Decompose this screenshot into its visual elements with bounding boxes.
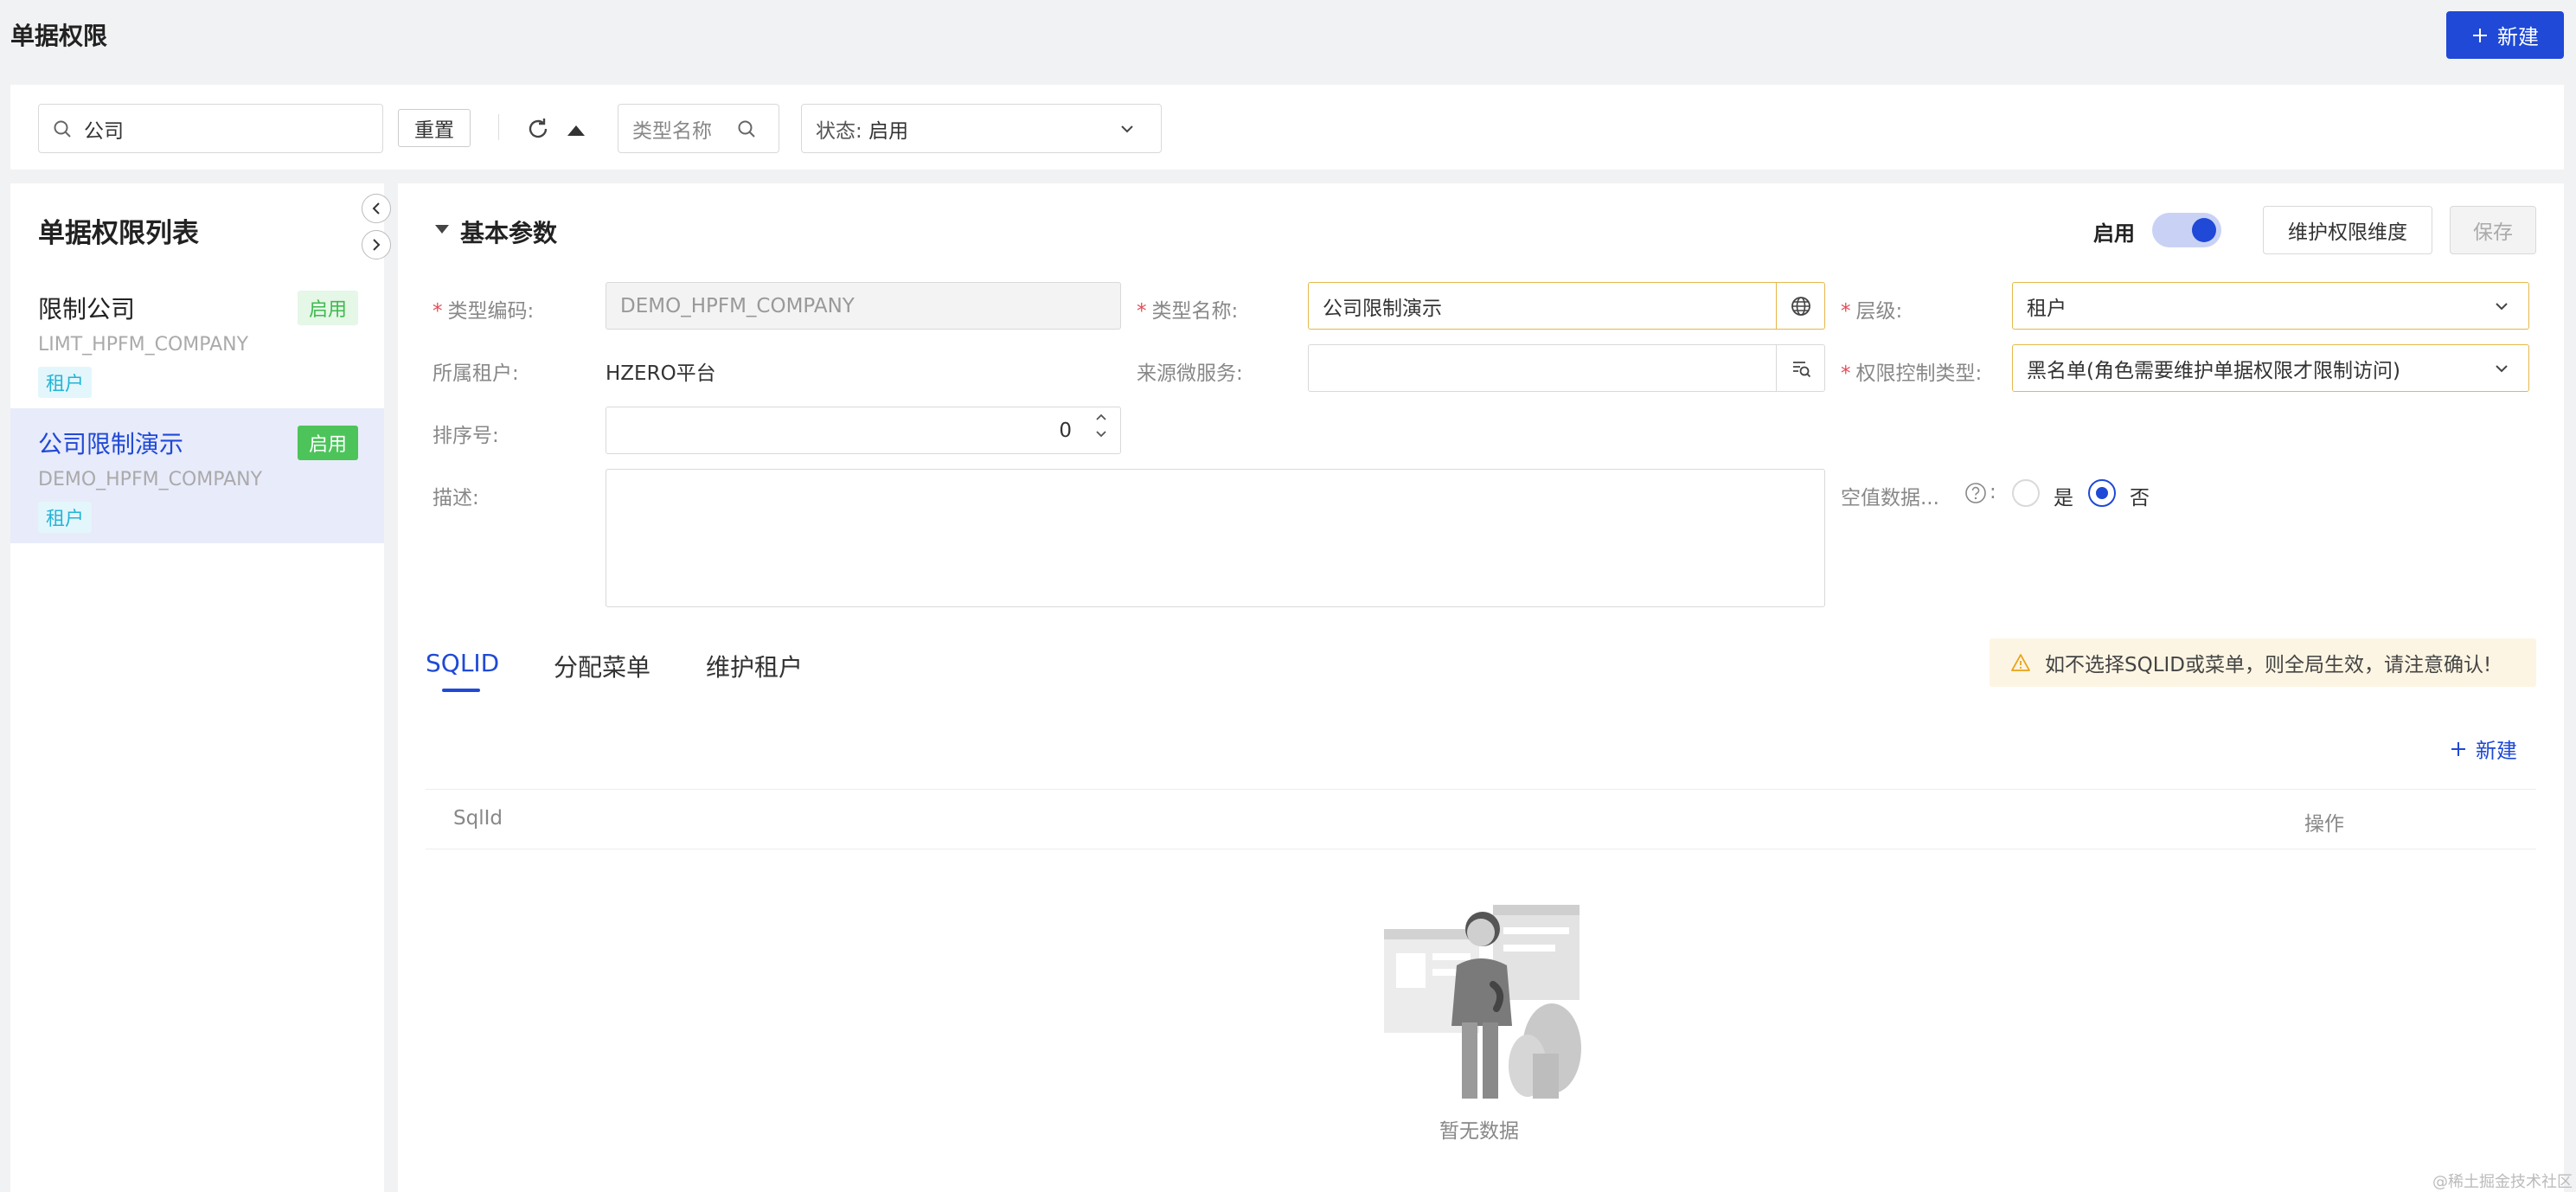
tenant-label: 所属租户: bbox=[433, 362, 519, 385]
expand-right-button[interactable] bbox=[362, 230, 391, 260]
chevron-left-icon bbox=[372, 202, 380, 215]
refresh-icon[interactable] bbox=[524, 115, 552, 143]
radio-no[interactable] bbox=[2088, 479, 2116, 507]
plus-icon bbox=[2473, 28, 2487, 42]
empty-state-text: 暂无数据 bbox=[1439, 1120, 1519, 1143]
control-type-select[interactable]: 黑名单(角色需要维护单据权限才限制访问) bbox=[2012, 344, 2529, 392]
page-title: 单据权限 bbox=[10, 22, 108, 50]
tab-sqlid[interactable]: SQLID bbox=[426, 649, 499, 677]
new-button-label: 新建 bbox=[2497, 25, 2539, 49]
status-badge: 启用 bbox=[298, 291, 358, 325]
service-field[interactable] bbox=[1308, 344, 1825, 392]
lookup-search-icon bbox=[1792, 361, 1810, 377]
list-item[interactable]: 限制公司 启用 LIMT_HPFM_COMPANY 租户 bbox=[10, 273, 384, 408]
question-circle-icon[interactable] bbox=[1964, 481, 1988, 505]
type-name-filter-placeholder: 类型名称 bbox=[632, 119, 712, 143]
lookup-button[interactable] bbox=[1776, 345, 1824, 391]
chevron-down-icon bbox=[2496, 303, 2508, 311]
caret-up-icon[interactable] bbox=[566, 121, 586, 138]
chevron-down-icon bbox=[1121, 125, 1133, 132]
order-label: 排序号: bbox=[433, 425, 499, 447]
radio-yes[interactable] bbox=[2012, 479, 2040, 507]
search-icon bbox=[738, 120, 755, 138]
null-data-colon: : bbox=[1990, 481, 1996, 503]
search-value: 公司 bbox=[84, 119, 124, 143]
warning-banner: 如不选择SQLID或菜单，则全局生效，请注意确认! bbox=[1990, 638, 2536, 687]
section-title: 基本参数 bbox=[460, 219, 558, 247]
watermark: @稀土掘金技术社区 bbox=[2432, 1173, 2573, 1191]
list-item-code: DEMO_HPFM_COMPANY bbox=[38, 469, 263, 490]
type-name-field[interactable]: 公司限制演示 bbox=[1308, 282, 1825, 330]
radio-no-label: 否 bbox=[2130, 487, 2150, 509]
tenant-value: HZERO平台 bbox=[606, 362, 716, 385]
chevron-down-icon[interactable] bbox=[1094, 428, 1108, 440]
table-new-button[interactable]: 新建 bbox=[2450, 734, 2517, 764]
type-name-label: * 类型名称: bbox=[1137, 300, 1239, 323]
level-tag: 租户 bbox=[38, 367, 92, 398]
column-header-actions: 操作 bbox=[2304, 813, 2344, 836]
service-label: 来源微服务: bbox=[1137, 362, 1243, 385]
plus-icon bbox=[2451, 741, 2465, 756]
chevron-up-icon[interactable] bbox=[1094, 411, 1108, 423]
maintain-dimension-button[interactable]: 维护权限维度 bbox=[2263, 206, 2432, 254]
type-code-label: * 类型编码: bbox=[433, 300, 535, 323]
chevron-right-icon bbox=[373, 239, 381, 251]
search-input[interactable]: 公司 bbox=[38, 104, 383, 153]
description-textarea[interactable] bbox=[606, 469, 1825, 607]
column-header-sqlid: SqlId bbox=[453, 807, 503, 830]
save-button[interactable]: 保存 bbox=[2450, 206, 2536, 254]
status-select[interactable]: 状态: 启用 bbox=[801, 104, 1162, 153]
globe-icon bbox=[1791, 296, 1810, 316]
radio-yes-label: 是 bbox=[2054, 487, 2073, 509]
enable-toggle[interactable] bbox=[2152, 213, 2221, 247]
desc-label: 描述: bbox=[433, 487, 479, 509]
toggle-knob bbox=[2192, 218, 2216, 242]
list-item-name: 限制公司 bbox=[38, 295, 136, 324]
control-type-label: * 权限控制类型: bbox=[1841, 362, 1983, 385]
status-badge: 启用 bbox=[298, 426, 358, 460]
new-button[interactable]: 新建 bbox=[2446, 11, 2564, 59]
caret-down-icon[interactable] bbox=[434, 223, 450, 235]
tab-assign-menu[interactable]: 分配菜单 bbox=[554, 649, 650, 683]
language-button[interactable] bbox=[1776, 283, 1824, 329]
list-item-name: 公司限制演示 bbox=[38, 430, 184, 458]
table-new-label: 新建 bbox=[2476, 739, 2517, 763]
type-name-filter-input[interactable]: 类型名称 bbox=[618, 104, 779, 153]
level-tag: 租户 bbox=[38, 502, 92, 533]
filter-bar bbox=[10, 85, 2564, 170]
list-title: 单据权限列表 bbox=[38, 218, 199, 249]
collapse-left-button[interactable] bbox=[362, 194, 391, 223]
null-data-label: 空值数据... bbox=[1841, 487, 1939, 509]
list-item[interactable]: 公司限制演示 启用 DEMO_HPFM_COMPANY 租户 bbox=[10, 408, 384, 543]
tab-maintain-tenant[interactable]: 维护租户 bbox=[706, 649, 803, 683]
warning-icon bbox=[2011, 654, 2030, 671]
status-value: 启用 bbox=[868, 119, 909, 143]
level-select[interactable]: 租户 bbox=[2012, 282, 2529, 330]
level-label: * 层级: bbox=[1841, 300, 1903, 323]
reset-button[interactable]: 重置 bbox=[398, 109, 471, 147]
list-item-code: LIMT_HPFM_COMPANY bbox=[38, 334, 249, 356]
status-label: 状态: bbox=[816, 119, 862, 143]
search-icon bbox=[54, 120, 71, 138]
type-code-field[interactable]: DEMO_HPFM_COMPANY bbox=[606, 282, 1121, 330]
table-header: SqlId 操作 bbox=[426, 789, 2536, 849]
empty-state-illustration bbox=[1384, 905, 1581, 1099]
warning-text: 如不选择SQLID或菜单，则全局生效，请注意确认! bbox=[2045, 654, 2492, 676]
enable-label: 启用 bbox=[2093, 221, 2135, 246]
chevron-down-icon bbox=[2496, 365, 2508, 373]
order-stepper[interactable]: 0 bbox=[606, 407, 1121, 454]
tab-ink-bar bbox=[442, 689, 480, 692]
divider bbox=[498, 114, 499, 140]
